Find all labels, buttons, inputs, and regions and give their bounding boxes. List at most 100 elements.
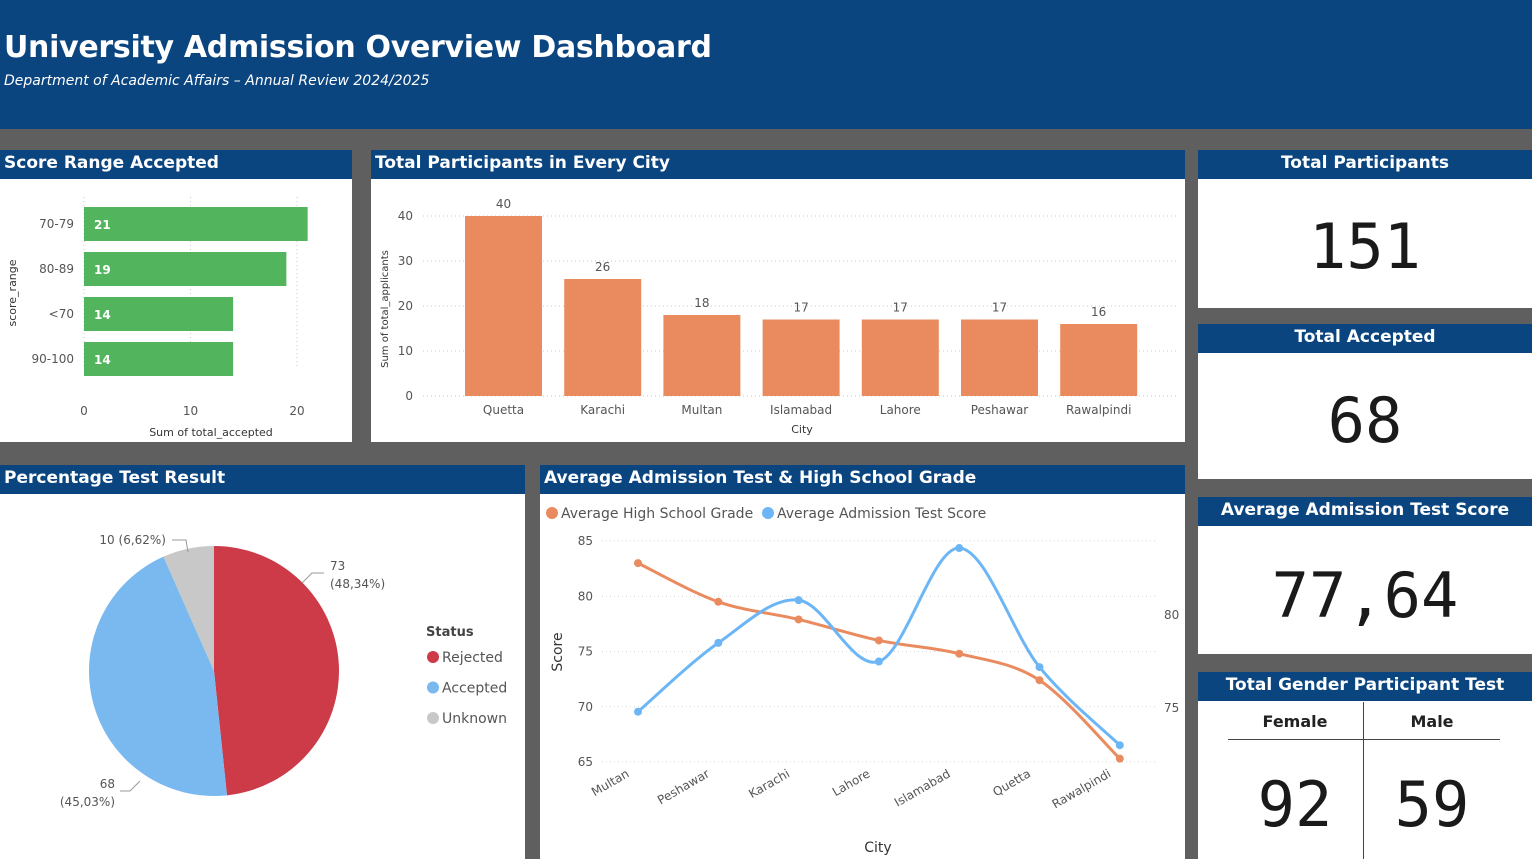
gender-card[interactable]: Total Gender Participant Test Female Mal… xyxy=(1198,672,1532,859)
x-tick-label: Peshawar xyxy=(655,766,712,807)
slice-label: 68 xyxy=(100,777,115,791)
total-accepted-title: Total Accepted xyxy=(1198,324,1532,353)
data-point xyxy=(634,559,642,568)
data-label: 16 xyxy=(1091,305,1106,319)
y-tick-label: 70-79 xyxy=(39,217,74,231)
data-point xyxy=(714,597,723,606)
legend-label: Unknown xyxy=(442,711,507,727)
y-tick-label: <70 xyxy=(49,307,74,321)
x-tick-label: Karachi xyxy=(580,403,625,417)
slice-pct-label: (48,34%) xyxy=(330,577,385,591)
male-value: 59 xyxy=(1394,768,1470,841)
y2-tick-label: 80 xyxy=(1164,608,1179,622)
x-tick-label: Islamabad xyxy=(892,766,953,809)
data-label: 14 xyxy=(94,308,111,322)
x-tick-label: Quetta xyxy=(990,766,1033,799)
data-label: 17 xyxy=(992,301,1007,315)
data-point xyxy=(1115,754,1124,763)
avg-line-panel[interactable]: Average Admission Test & High School Gra… xyxy=(540,465,1185,859)
score-range-chart: 0 10 20 21 70-79 19 80-89 14 <70 14 90-100 Sum of t… xyxy=(6,197,308,439)
pct-result-panel[interactable]: Percentage Test Result 73 (48,34%) 68 (45,0… xyxy=(0,465,525,859)
x-tick-label: 0 xyxy=(80,404,88,418)
data-label: 17 xyxy=(893,301,908,315)
male-label: Male xyxy=(1410,712,1454,731)
bar xyxy=(663,315,741,396)
leader-line xyxy=(120,780,141,792)
participants-city-chart: 0 10 20 30 40 40 Quetta 26 Karachi 18 Multan 17 Isla… xyxy=(380,197,1176,436)
data-point xyxy=(714,638,723,647)
participants-city-panel[interactable]: Total Participants in Every City 0 10 20 30… xyxy=(371,150,1185,442)
pct-result-chart: 73 (48,34%) 68 (45,03%) 10 (6,62%) Status Reje… xyxy=(60,533,507,809)
x-axis-title: Sum of total_accepted xyxy=(149,426,273,439)
slice-label: 10 (6,62%) xyxy=(99,533,166,547)
x-tick-label: Rawalpindi xyxy=(1050,766,1114,811)
y-tick-label: 10 xyxy=(398,344,413,358)
data-point xyxy=(874,657,883,666)
x-tick-label: 20 xyxy=(289,404,304,418)
bar xyxy=(465,216,542,396)
gender-title: Total Gender Participant Test xyxy=(1198,672,1532,701)
bar xyxy=(84,207,308,241)
x-tick-label: Lahore xyxy=(830,766,873,799)
dashboard-header: University Admission Overview Dashboard … xyxy=(0,0,1532,129)
total-participants-value: 151 xyxy=(1309,210,1421,283)
total-accepted-card[interactable]: Total Accepted 68 xyxy=(1198,324,1532,479)
legend-marker xyxy=(546,507,558,519)
avg-test-score-card[interactable]: Average Admission Test Score 77,64 xyxy=(1198,497,1532,654)
bar xyxy=(762,319,840,396)
slice-label: 73 xyxy=(330,559,345,573)
x-tick-label: Quetta xyxy=(483,403,524,417)
score-range-panel[interactable]: Score Range Accepted 0 10 20 21 70-79 19 80-89… xyxy=(0,150,352,442)
avg-line-title: Average Admission Test & High School Gra… xyxy=(540,465,1185,494)
gender-divider-h xyxy=(1228,739,1500,740)
x-tick-label: Islamabad xyxy=(770,403,832,417)
y-axis-title: score_range xyxy=(6,259,19,326)
bar xyxy=(1060,324,1138,396)
page-title: University Admission Overview Dashboard xyxy=(4,30,712,65)
y2-tick-label: 75 xyxy=(1164,701,1179,715)
y-tick-label: 85 xyxy=(578,534,593,548)
x-tick-label: Rawalpindi xyxy=(1066,403,1131,417)
x-axis-title: City xyxy=(864,840,891,856)
legend-label: Average High School Grade xyxy=(561,506,753,522)
data-point xyxy=(794,615,803,624)
total-accepted-value: 68 xyxy=(1327,384,1403,457)
y-tick-label: 40 xyxy=(398,209,413,223)
data-point xyxy=(1035,663,1044,672)
series-line xyxy=(637,546,1121,747)
legend-title: Status xyxy=(426,625,474,640)
data-label: 17 xyxy=(793,301,808,315)
legend-marker xyxy=(427,712,439,724)
total-participants-title: Total Participants xyxy=(1198,150,1532,179)
legend-marker xyxy=(427,681,439,694)
legend-label: Average Admission Test Score xyxy=(777,506,986,522)
y-axis-title: Sum of total_applicants xyxy=(380,250,391,368)
bar xyxy=(961,319,1038,396)
data-point xyxy=(874,636,883,645)
female-value: 92 xyxy=(1257,768,1333,841)
data-label: 19 xyxy=(94,263,111,277)
pct-result-title: Percentage Test Result xyxy=(0,465,525,494)
pie-slice xyxy=(214,546,340,796)
x-axis-title: City xyxy=(791,423,813,436)
y-tick-label: 80 xyxy=(578,589,593,603)
data-point xyxy=(1115,741,1124,750)
legend-marker xyxy=(427,651,439,663)
bar xyxy=(861,319,939,396)
x-tick-label: 10 xyxy=(183,404,198,418)
bar xyxy=(564,279,642,396)
data-label: 21 xyxy=(94,218,111,232)
legend-marker xyxy=(762,507,774,519)
data-label: 40 xyxy=(496,197,511,211)
page-subtitle: Department of Academic Affairs – Annual … xyxy=(4,73,430,89)
y-tick-label: 30 xyxy=(398,254,413,268)
y-tick-label: 65 xyxy=(578,755,593,769)
data-label: 14 xyxy=(94,353,111,367)
female-label: Female xyxy=(1262,712,1328,731)
data-point xyxy=(1035,676,1044,685)
total-participants-card[interactable]: Total Participants 151 xyxy=(1198,150,1532,308)
data-label: 26 xyxy=(595,260,610,274)
avg-test-score-value: 77,64 xyxy=(1271,559,1459,632)
bar xyxy=(84,252,287,286)
slice-pct-label: (45,03%) xyxy=(60,795,115,809)
